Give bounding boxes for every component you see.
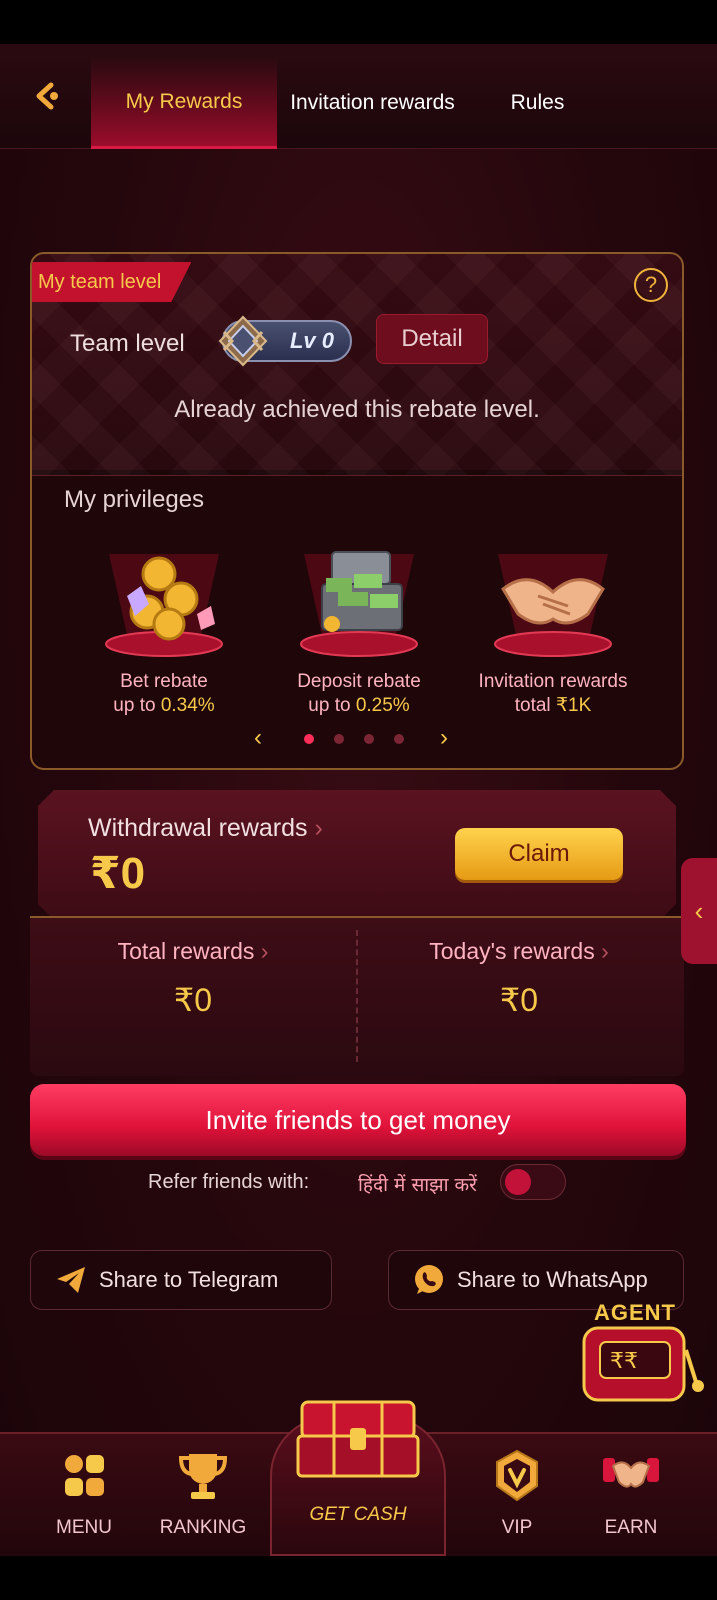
refer-label: Refer friends with: <box>148 1171 310 1193</box>
nav-ranking-label: RANKING <box>159 1517 247 1538</box>
share-telegram-label: Share to Telegram <box>99 1267 279 1292</box>
privileges-pager: ‹ › <box>32 724 682 752</box>
telegram-icon <box>53 1262 89 1298</box>
nav-earn-label: EARN <box>604 1517 658 1538</box>
detail-button[interactable]: Detail <box>376 314 488 364</box>
app-screen: My Rewards Invitation rewards Rules My t… <box>0 44 717 1556</box>
withdrawal-rewards-label: Withdrawal rewards <box>88 814 308 842</box>
tab-rules[interactable]: Rules <box>465 56 610 149</box>
privilege-title: Bet rebate <box>120 671 208 692</box>
nav-menu[interactable]: MENU <box>29 1448 139 1539</box>
withdrawal-amount: ₹0 <box>90 849 146 898</box>
nav-get-cash[interactable]: GET CASH <box>270 1400 446 1556</box>
nav-ranking[interactable]: RANKING <box>148 1448 258 1539</box>
toggle-knob <box>505 1169 531 1195</box>
coins-gems-icon <box>105 554 223 657</box>
todays-rewards-label: Today's rewards <box>429 938 595 964</box>
level-emblem-icon <box>218 315 268 367</box>
invite-friends-button[interactable]: Invite friends to get money <box>30 1084 686 1156</box>
grid-menu-icon <box>65 1455 104 1496</box>
pager-dot[interactable] <box>334 734 344 744</box>
whatsapp-icon <box>411 1262 447 1298</box>
chevron-right-icon[interactable]: › <box>440 724 448 752</box>
treasure-chest-cash-icon <box>300 551 418 657</box>
privilege-detail: up to 0.34% <box>69 694 259 718</box>
withdrawal-rewards-card: Withdrawal rewards › ₹0 Claim <box>38 790 676 920</box>
rewards-summary: Total rewards › ₹0 Today's rewards › ₹0 <box>30 916 684 1076</box>
share-telegram-button[interactable]: Share to Telegram <box>30 1250 332 1310</box>
privilege-prefix: up to <box>308 695 356 716</box>
svg-text:₹₹: ₹₹ <box>610 1349 638 1374</box>
privilege-invitation-rewards: Invitation rewards total ₹1K <box>458 544 648 718</box>
privilege-caption: Invitation rewards total ₹1K <box>458 670 648 718</box>
todays-rewards-value: ₹0 <box>499 982 539 1018</box>
privilege-prefix: total <box>514 695 556 716</box>
todays-rewards-link: Today's rewards › <box>356 938 682 965</box>
todays-rewards[interactable]: Today's rewards › ₹0 <box>356 918 682 1019</box>
pager-dot[interactable] <box>364 734 374 744</box>
bottom-nav: MENU RANKING GET CASH VIP EARN <box>0 1400 717 1556</box>
privilege-title: Invitation rewards <box>478 671 628 692</box>
claim-button[interactable]: Claim <box>455 828 623 880</box>
team-level-card: My team level ? Team level Lv 0 Detail A… <box>30 252 684 770</box>
privilege-value: ₹1K <box>555 695 592 716</box>
back-arrow-icon <box>36 82 58 110</box>
header: My Rewards Invitation rewards Rules <box>0 44 717 149</box>
chevron-left-icon: ‹ <box>694 895 704 926</box>
chevron-left-icon[interactable]: ‹ <box>254 724 262 752</box>
agent-widget[interactable]: AGENT ₹₹ <box>578 1300 708 1410</box>
language-toggle[interactable] <box>500 1164 566 1200</box>
chevron-right-icon: › <box>314 814 323 842</box>
help-icon[interactable]: ? <box>634 268 668 302</box>
chevron-right-icon: › <box>260 938 269 964</box>
privilege-prefix: up to <box>113 695 161 716</box>
trophy-icon <box>178 1454 228 1499</box>
back-button[interactable] <box>22 72 70 120</box>
privilege-caption: Deposit rebate up to 0.25% <box>264 670 454 718</box>
privilege-bet-rebate: Bet rebate up to 0.34% <box>69 544 259 718</box>
privilege-detail: up to 0.25% <box>264 694 454 718</box>
privilege-caption: Bet rebate up to 0.34% <box>69 670 259 718</box>
tab-invitation-rewards[interactable]: Invitation rewards <box>290 56 455 149</box>
withdrawal-rewards-link[interactable]: Withdrawal rewards › <box>88 814 323 843</box>
refer-language-row: Refer friends with: हिंदी में साझा करें <box>0 1162 717 1202</box>
vip-shield-icon <box>496 1449 538 1502</box>
privilege-value: 0.34% <box>160 695 215 716</box>
slot-machine-icon: ₹₹ <box>582 1326 704 1402</box>
handshake-icon <box>603 1458 659 1488</box>
treasure-chest-icon <box>296 1400 420 1478</box>
system-nav-bar <box>0 1556 717 1600</box>
nav-earn[interactable]: EARN <box>576 1448 686 1539</box>
refer-language-option: हिंदी में साझा करें <box>358 1174 477 1196</box>
privilege-value: 0.25% <box>355 695 410 716</box>
privileges-title: My privileges <box>64 486 205 513</box>
nav-get-cash-label: GET CASH <box>309 1504 407 1525</box>
share-whatsapp-label: Share to WhatsApp <box>457 1267 648 1292</box>
team-level-ribbon: My team level <box>32 262 192 302</box>
total-rewards-label: Total rewards <box>117 938 255 964</box>
level-status-text: Already achieved this rebate level. <box>174 396 540 423</box>
privilege-deposit-rebate: Deposit rebate up to 0.25% <box>264 544 454 718</box>
side-drawer-tab[interactable]: ‹ <box>681 858 717 964</box>
nav-vip[interactable]: VIP <box>462 1448 572 1539</box>
total-rewards-value: ₹0 <box>173 982 213 1018</box>
status-bar <box>0 0 717 44</box>
pager-dot[interactable] <box>304 734 314 744</box>
total-rewards-link: Total rewards › <box>30 938 356 965</box>
privilege-detail: total ₹1K <box>458 694 648 718</box>
nav-menu-label: MENU <box>56 1517 112 1538</box>
chevron-right-icon: › <box>601 938 609 964</box>
nav-vip-label: VIP <box>501 1517 533 1538</box>
total-rewards[interactable]: Total rewards › ₹0 <box>30 918 356 1019</box>
pager-dot[interactable] <box>394 734 404 744</box>
privilege-title: Deposit rebate <box>297 671 421 692</box>
team-level-label: Team level <box>70 330 185 357</box>
handshake-icon <box>494 554 612 657</box>
tab-my-rewards[interactable]: My Rewards <box>91 56 277 149</box>
